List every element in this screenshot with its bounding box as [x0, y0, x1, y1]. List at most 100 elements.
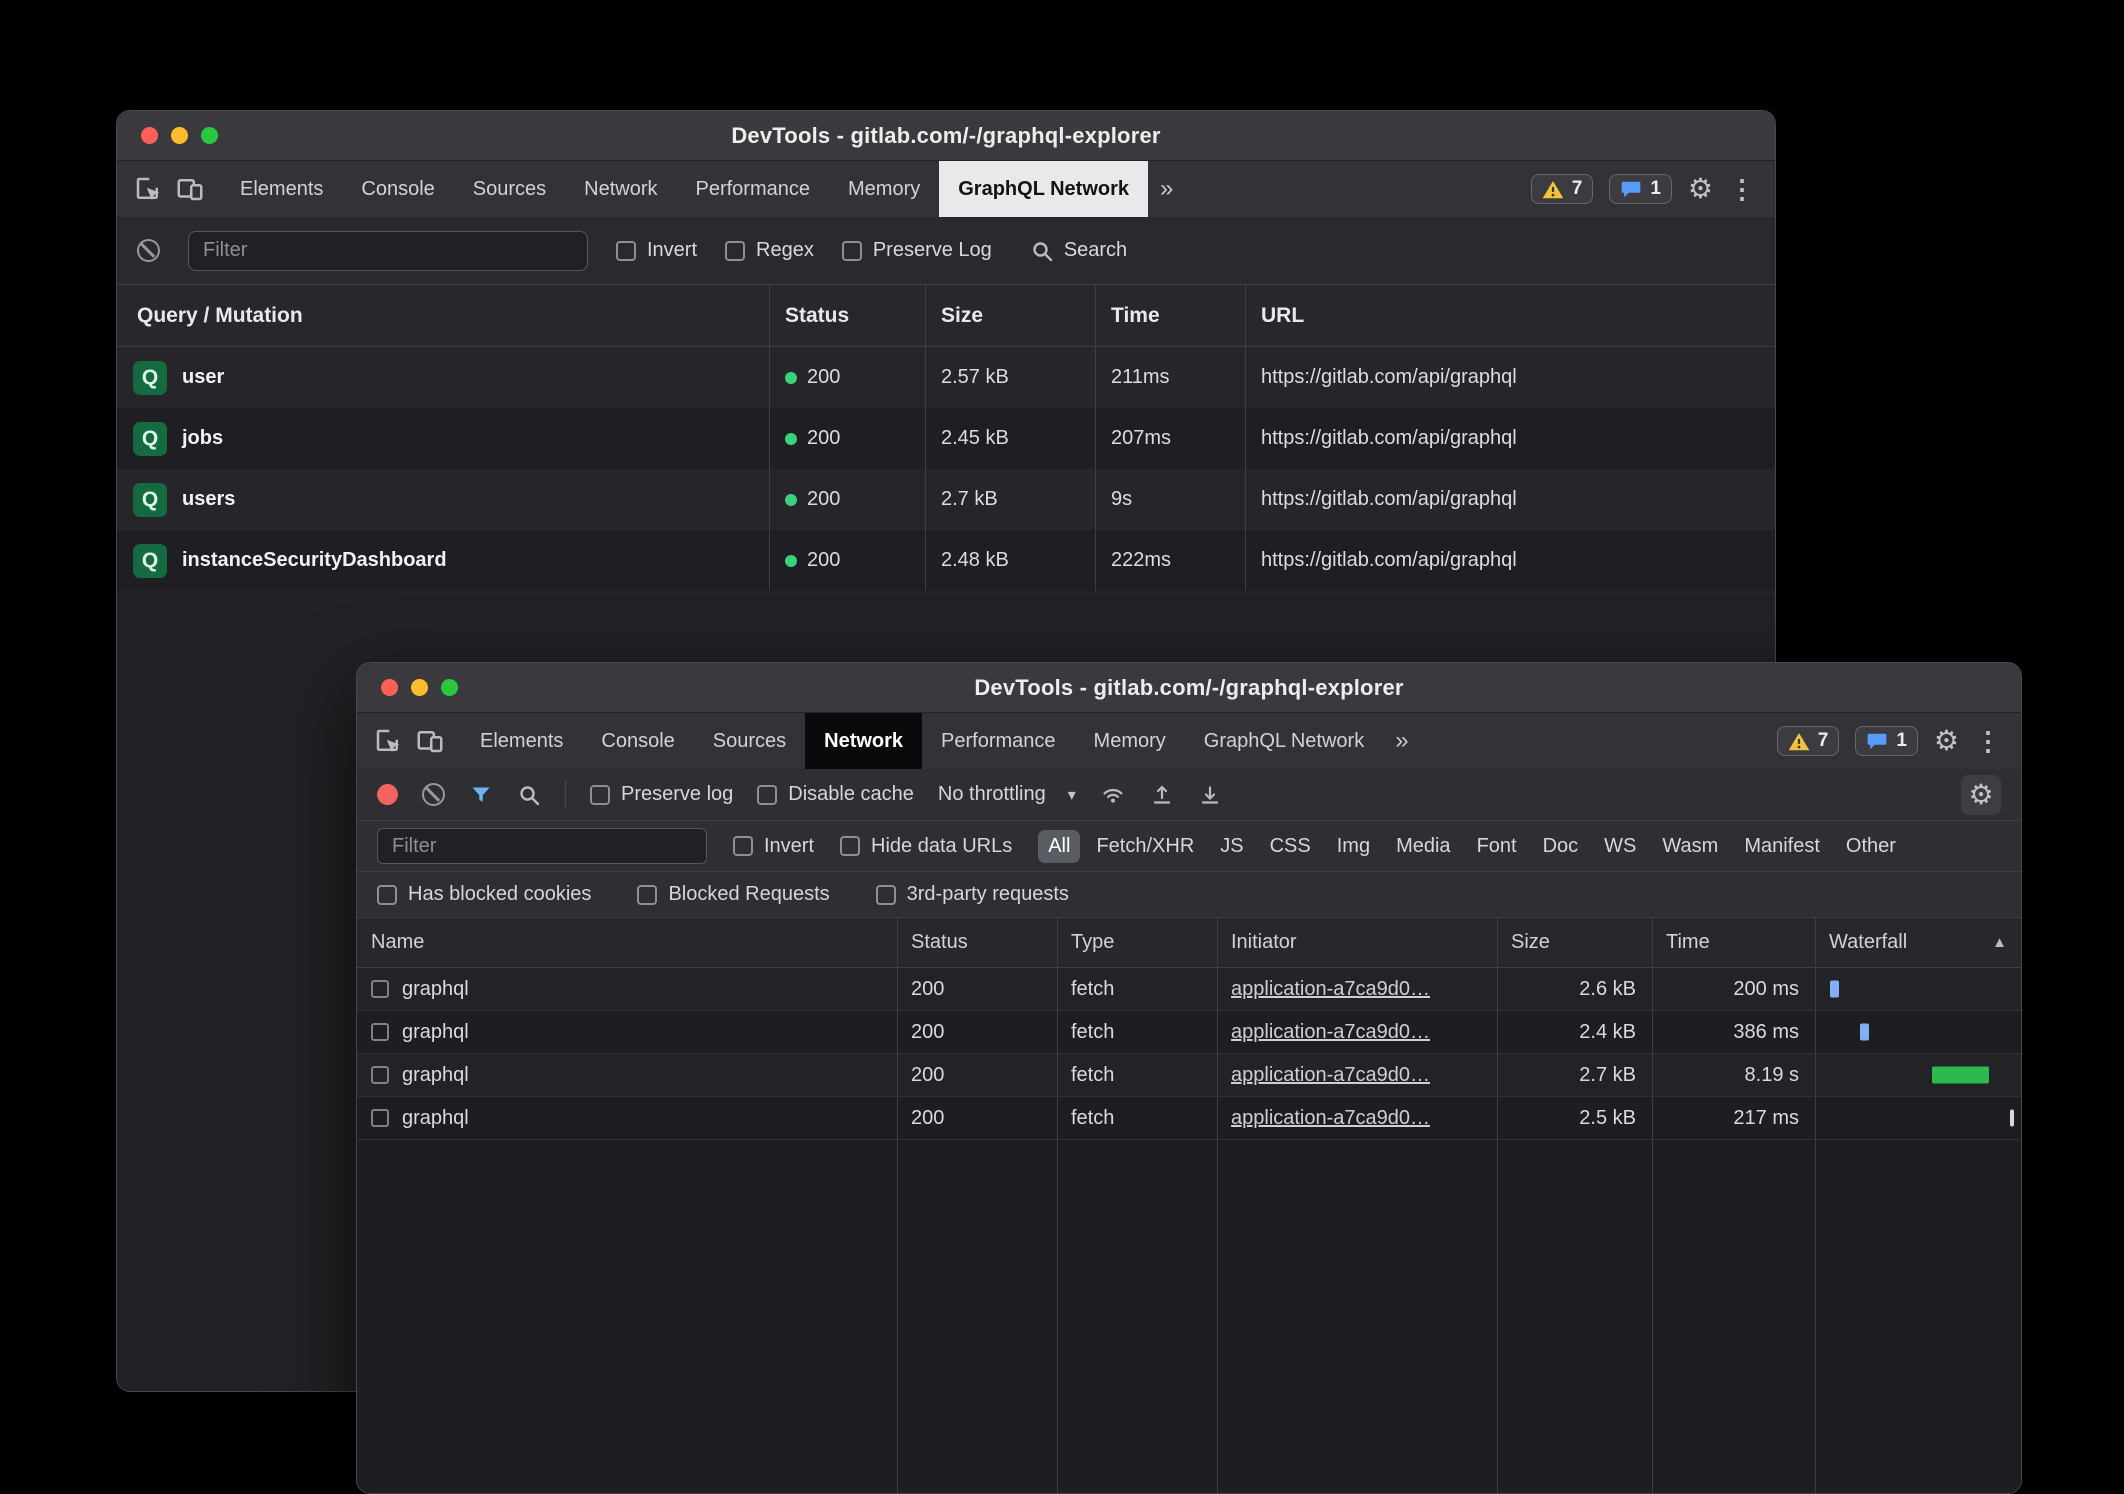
initiator-link[interactable]: application-a7ca9d0…	[1231, 1107, 1430, 1130]
clear-network-log-icon[interactable]	[422, 783, 445, 806]
filter-chip-ws[interactable]: WS	[1594, 830, 1646, 863]
import-har-icon[interactable]	[1150, 783, 1174, 807]
network-row[interactable]: graphql 200 fetch application-a7ca9d0… 2…	[357, 1097, 2021, 1140]
row-checkbox[interactable]	[371, 1066, 389, 1084]
col-initiator[interactable]: Initiator	[1217, 931, 1497, 954]
settings-gear-icon[interactable]: ⚙	[1934, 727, 1959, 755]
tab-memory[interactable]: Memory	[829, 161, 939, 217]
search-icon[interactable]	[517, 783, 541, 807]
clear-log-icon[interactable]	[137, 239, 160, 262]
col-name[interactable]: Name	[357, 931, 897, 954]
initiator-link[interactable]: application-a7ca9d0…	[1231, 1021, 1430, 1044]
inspect-element-icon[interactable]	[373, 726, 403, 756]
tab-network[interactable]: Network	[565, 161, 676, 217]
titlebar[interactable]: DevTools - gitlab.com/-/graphql-explorer	[357, 663, 2021, 713]
tab-memory[interactable]: Memory	[1075, 713, 1185, 769]
col-waterfall[interactable]: Waterfall ▲	[1815, 931, 2021, 954]
filter-chip-wasm[interactable]: Wasm	[1652, 830, 1728, 863]
network-conditions-icon[interactable]	[1100, 783, 1126, 807]
titlebar[interactable]: DevTools - gitlab.com/-/graphql-explorer	[117, 111, 1775, 161]
more-tabs-icon[interactable]: »	[1148, 161, 1185, 217]
warnings-badge[interactable]: 7	[1777, 726, 1840, 756]
device-toolbar-icon[interactable]	[175, 174, 205, 204]
filter-chip-img[interactable]: Img	[1327, 830, 1380, 863]
filter-chip-other[interactable]: Other	[1836, 830, 1906, 863]
device-toolbar-icon[interactable]	[415, 726, 445, 756]
filter-input[interactable]	[377, 828, 707, 864]
tab-graphql-network[interactable]: GraphQL Network	[1185, 713, 1383, 769]
export-har-icon[interactable]	[1198, 783, 1222, 807]
filter-chip-css[interactable]: CSS	[1260, 830, 1321, 863]
invert-checkbox[interactable]: Invert	[616, 239, 697, 262]
tab-performance[interactable]: Performance	[677, 161, 830, 217]
issues-badge[interactable]: 1	[1609, 174, 1672, 204]
network-row[interactable]: graphql 200 fetch application-a7ca9d0… 2…	[357, 968, 2021, 1011]
kebab-menu-icon[interactable]: ⋮	[1975, 728, 2001, 754]
row-checkbox[interactable]	[371, 1109, 389, 1127]
filter-input[interactable]	[188, 231, 588, 271]
settings-gear-icon[interactable]: ⚙	[1688, 175, 1713, 203]
issues-badge[interactable]: 1	[1855, 726, 1918, 756]
preserve-log-checkbox[interactable]: Preserve log	[590, 783, 733, 806]
kebab-menu-icon[interactable]: ⋮	[1729, 176, 1755, 202]
col-url[interactable]: URL	[1245, 304, 1775, 328]
preserve-log-checkbox[interactable]: Preserve Log	[842, 239, 992, 262]
filter-chip-js[interactable]: JS	[1210, 830, 1253, 863]
more-tabs-icon[interactable]: »	[1383, 713, 1420, 769]
invert-checkbox[interactable]: Invert	[733, 835, 814, 858]
filter-chip-fetch-xhr[interactable]: Fetch/XHR	[1086, 830, 1204, 863]
regex-checkbox[interactable]: Regex	[725, 239, 814, 262]
col-time[interactable]: Time	[1652, 931, 1815, 954]
col-status[interactable]: Status	[897, 931, 1057, 954]
warnings-badge[interactable]: 7	[1531, 174, 1594, 204]
tab-sources[interactable]: Sources	[454, 161, 565, 217]
col-size[interactable]: Size	[925, 304, 1095, 328]
has-blocked-cookies-checkbox[interactable]: Has blocked cookies	[377, 883, 591, 906]
col-query-mutation[interactable]: Query / Mutation	[117, 304, 769, 328]
tab-sources[interactable]: Sources	[694, 713, 805, 769]
initiator-link[interactable]: application-a7ca9d0…	[1231, 1064, 1430, 1087]
filter-funnel-icon[interactable]	[469, 783, 493, 807]
status-cell: 200	[769, 366, 925, 389]
network-row[interactable]: graphql 200 fetch application-a7ca9d0… 2…	[357, 1011, 2021, 1054]
zoom-button[interactable]	[441, 679, 458, 696]
close-button[interactable]	[141, 127, 158, 144]
third-party-requests-checkbox[interactable]: 3rd-party requests	[876, 883, 1069, 906]
tab-performance[interactable]: Performance	[922, 713, 1075, 769]
graphql-query-row[interactable]: Q instanceSecurityDashboard 200 2.48 kB …	[117, 530, 1775, 591]
col-time[interactable]: Time	[1095, 304, 1245, 328]
filter-chip-manifest[interactable]: Manifest	[1734, 830, 1830, 863]
col-status[interactable]: Status	[769, 304, 925, 328]
throttling-select[interactable]: No throttling ▾	[938, 783, 1076, 806]
network-settings-button[interactable]: ⚙	[1961, 775, 2001, 815]
filter-chip-all[interactable]: All	[1038, 830, 1080, 863]
disable-cache-checkbox[interactable]: Disable cache	[757, 783, 914, 806]
row-checkbox[interactable]	[371, 980, 389, 998]
tab-elements[interactable]: Elements	[461, 713, 582, 769]
blocked-requests-checkbox[interactable]: Blocked Requests	[637, 883, 829, 906]
tab-console[interactable]: Console	[582, 713, 693, 769]
tab-network[interactable]: Network	[805, 713, 922, 769]
graphql-query-row[interactable]: Q users 200 2.7 kB 9s https://gitlab.com…	[117, 469, 1775, 530]
initiator-link[interactable]: application-a7ca9d0…	[1231, 978, 1430, 1001]
close-button[interactable]	[381, 679, 398, 696]
network-row[interactable]: graphql 200 fetch application-a7ca9d0… 2…	[357, 1054, 2021, 1097]
minimize-button[interactable]	[171, 127, 188, 144]
record-button[interactable]	[377, 784, 398, 805]
tab-elements[interactable]: Elements	[221, 161, 342, 217]
filter-chip-font[interactable]: Font	[1467, 830, 1527, 863]
tab-console[interactable]: Console	[342, 161, 453, 217]
col-size[interactable]: Size	[1497, 931, 1652, 954]
col-type[interactable]: Type	[1057, 931, 1217, 954]
graphql-query-row[interactable]: Q user 200 2.57 kB 211ms https://gitlab.…	[117, 347, 1775, 408]
search-button[interactable]: Search	[1030, 239, 1127, 263]
hide-data-urls-checkbox[interactable]: Hide data URLs	[840, 835, 1012, 858]
filter-chip-media[interactable]: Media	[1386, 830, 1460, 863]
graphql-query-row[interactable]: Q jobs 200 2.45 kB 207ms https://gitlab.…	[117, 408, 1775, 469]
filter-chip-doc[interactable]: Doc	[1533, 830, 1589, 863]
inspect-element-icon[interactable]	[133, 174, 163, 204]
tab-graphql-network[interactable]: GraphQL Network	[939, 161, 1148, 217]
row-checkbox[interactable]	[371, 1023, 389, 1041]
minimize-button[interactable]	[411, 679, 428, 696]
zoom-button[interactable]	[201, 127, 218, 144]
